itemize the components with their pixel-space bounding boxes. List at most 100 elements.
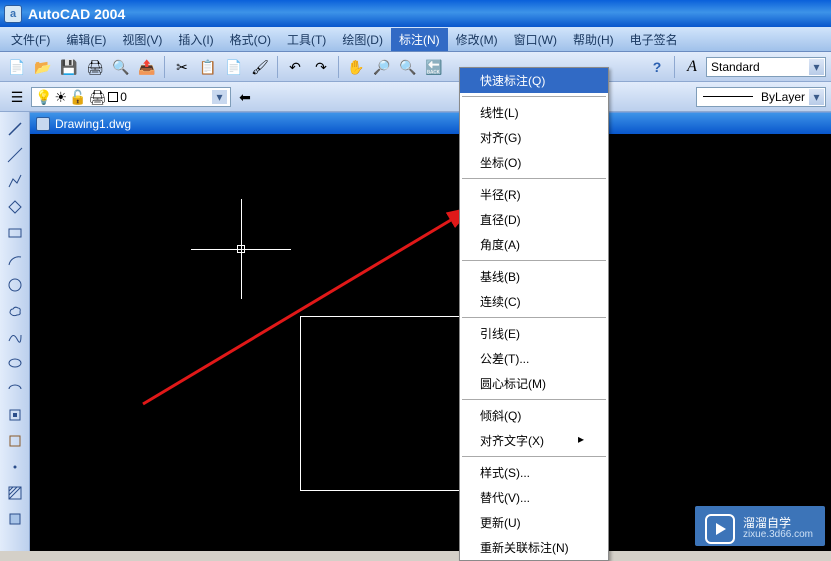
menu-view[interactable]: 视图(V)	[114, 28, 170, 51]
rectangle-button[interactable]	[4, 222, 26, 244]
zoom-win-button[interactable]: 🔍	[396, 55, 420, 79]
redo-button[interactable]: ↷	[309, 55, 333, 79]
point-button[interactable]	[4, 456, 26, 478]
toolbar-separator	[277, 56, 278, 78]
bulb-icon: 💡	[35, 90, 52, 104]
circle-icon	[7, 277, 23, 293]
menu-linear[interactable]: 线性(L)	[460, 100, 608, 125]
menu-edit[interactable]: 编辑(E)	[58, 28, 114, 51]
app-icon: a	[4, 5, 22, 23]
menu-angular[interactable]: 角度(A)	[460, 232, 608, 257]
arc-button[interactable]	[4, 248, 26, 270]
revcloud-icon	[7, 303, 23, 319]
match-button[interactable]: 🖌	[248, 55, 272, 79]
cut-icon: ✂	[176, 60, 188, 74]
menu-diameter[interactable]: 直径(D)	[460, 207, 608, 232]
menu-override[interactable]: 替代(V)...	[460, 485, 608, 510]
draw-toolbar	[0, 112, 30, 551]
preview-icon: 🔍	[112, 60, 129, 74]
menu-separator	[462, 178, 606, 179]
menu-window[interactable]: 窗口(W)	[506, 28, 565, 51]
publish-icon: 📤	[138, 60, 155, 74]
menu-center[interactable]: 圆心标记(M)	[460, 371, 608, 396]
menu-separator	[462, 96, 606, 97]
layer-prev-button[interactable]: ⬅	[233, 85, 257, 109]
spline-button[interactable]	[4, 326, 26, 348]
menu-radius[interactable]: 半径(R)	[460, 182, 608, 207]
menu-esign[interactable]: 电子签名	[622, 28, 686, 51]
ellipse-arc-button[interactable]	[4, 378, 26, 400]
new-button[interactable]: 📄	[5, 55, 29, 79]
textstyle-button[interactable]: A	[680, 55, 704, 79]
new-icon: 📄	[8, 60, 25, 74]
menu-file[interactable]: 文件(F)	[3, 28, 58, 51]
insert-icon	[7, 407, 23, 423]
menu-baseline[interactable]: 基线(B)	[460, 264, 608, 289]
publish-button[interactable]: 📤	[135, 55, 159, 79]
zoom-rt-button[interactable]: 🔎	[370, 55, 394, 79]
menu-align-text[interactable]: 对齐文字(X)▸	[460, 428, 608, 453]
polygon-button[interactable]	[4, 196, 26, 218]
menu-dimstyle[interactable]: 样式(S)...	[460, 460, 608, 485]
watermark-url: zixue.3d66.com	[743, 529, 813, 540]
lineweight-value: ByLayer	[761, 90, 805, 104]
line-button[interactable]	[4, 118, 26, 140]
layer-combo[interactable]: 💡 ☀ 🔓 🖨 0 ▾	[31, 87, 231, 107]
ellipse-button[interactable]	[4, 352, 26, 374]
layer-toolbar: ☰ 💡 ☀ 🔓 🖨 0 ▾ ⬅ ByLayer ▾	[0, 82, 831, 112]
menu-format[interactable]: 格式(O)	[222, 28, 279, 51]
plot-button[interactable]: 🖨	[83, 55, 107, 79]
menu-quick-dim[interactable]: 快速标注(Q)	[460, 68, 608, 93]
pan-icon: ✋	[347, 60, 364, 74]
cut-button[interactable]: ✂	[170, 55, 194, 79]
pan-button[interactable]: ✋	[344, 55, 368, 79]
help-button[interactable]: ?	[645, 55, 669, 79]
hatch-button[interactable]	[4, 482, 26, 504]
annotation-arrow	[143, 204, 483, 407]
menu-oblique[interactable]: 倾斜(Q)	[460, 403, 608, 428]
menu-aligned[interactable]: 对齐(G)	[460, 125, 608, 150]
zoom-win-icon: 🔍	[399, 60, 416, 74]
menu-insert[interactable]: 插入(I)	[170, 28, 221, 51]
drawing-canvas[interactable]	[30, 134, 831, 551]
circle-button[interactable]	[4, 274, 26, 296]
menu-leader[interactable]: 引线(E)	[460, 321, 608, 346]
menu-dimension[interactable]: 标注(N)	[391, 28, 448, 51]
menu-tools[interactable]: 工具(T)	[279, 28, 334, 51]
block-button[interactable]	[4, 430, 26, 452]
save-button[interactable]: 💾	[57, 55, 81, 79]
menu-separator	[462, 317, 606, 318]
work-area: Drawing1.dwg	[0, 112, 831, 551]
layer-manager-button[interactable]: ☰	[5, 85, 29, 109]
menu-tolerance[interactable]: 公差(T)...	[460, 346, 608, 371]
spline-icon	[7, 329, 23, 345]
paste-button[interactable]: 📄	[222, 55, 246, 79]
menu-modify[interactable]: 修改(M)	[448, 28, 506, 51]
lock-icon: 🔓	[69, 90, 86, 104]
polyline-button[interactable]	[4, 170, 26, 192]
lineweight-combo[interactable]: ByLayer ▾	[696, 87, 826, 107]
menu-ordinate[interactable]: 坐标(O)	[460, 150, 608, 175]
menu-reassociate[interactable]: 重新关联标注(N)	[460, 535, 608, 560]
watermark: 溜溜自学 zixue.3d66.com	[695, 506, 825, 546]
revcloud-button[interactable]	[4, 300, 26, 322]
line-preview	[703, 96, 753, 97]
xline-button[interactable]	[4, 144, 26, 166]
text-style-combo[interactable]: Standard ▾	[706, 57, 826, 77]
open-button[interactable]: 📂	[31, 55, 55, 79]
document-title-bar[interactable]: Drawing1.dwg	[30, 112, 831, 134]
region-button[interactable]	[4, 508, 26, 530]
undo-button[interactable]: ↶	[283, 55, 307, 79]
copy-button[interactable]: 📋	[196, 55, 220, 79]
zoom-prev-button[interactable]: 🔙	[422, 55, 446, 79]
plot-icon: 🖨	[86, 60, 104, 74]
menu-draw[interactable]: 绘图(D)	[334, 28, 391, 51]
insert-button[interactable]	[4, 404, 26, 426]
textstyle-icon: A	[687, 59, 697, 75]
preview-button[interactable]: 🔍	[109, 55, 133, 79]
zoom-rt-icon: 🔎	[373, 60, 390, 74]
menu-continue[interactable]: 连续(C)	[460, 289, 608, 314]
menu-help[interactable]: 帮助(H)	[565, 28, 622, 51]
menu-update[interactable]: 更新(U)	[460, 510, 608, 535]
region-icon	[7, 511, 23, 527]
